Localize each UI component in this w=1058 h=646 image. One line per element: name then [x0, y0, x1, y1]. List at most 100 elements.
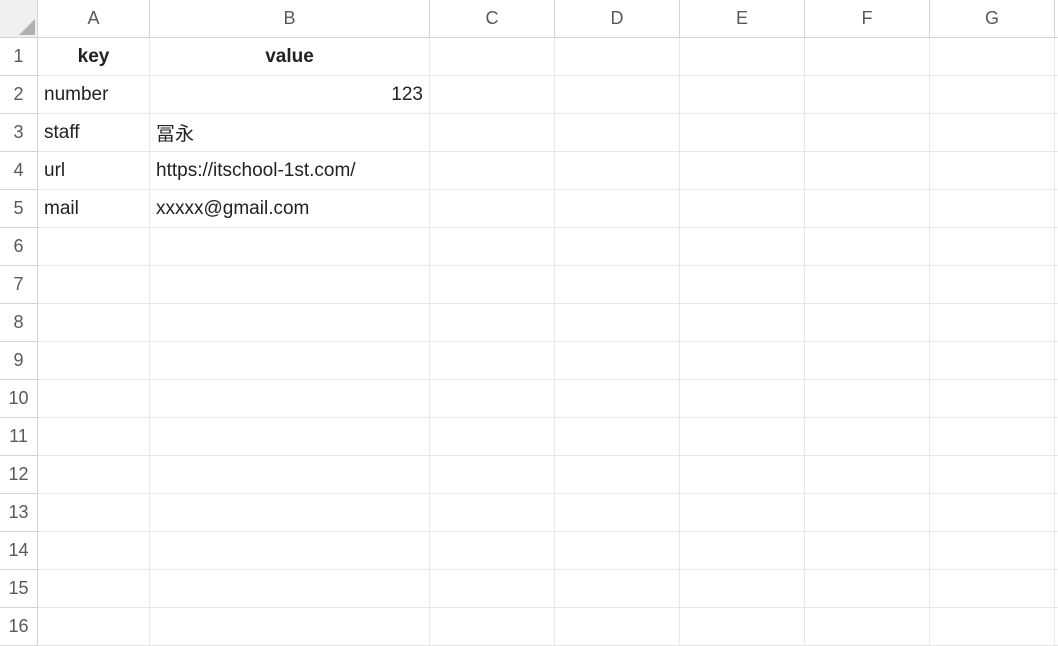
- cell-E4[interactable]: [680, 152, 805, 190]
- cell-C7[interactable]: [430, 266, 555, 304]
- cell-G4[interactable]: [930, 152, 1055, 190]
- cell-D6[interactable]: [555, 228, 680, 266]
- column-header-B[interactable]: B: [150, 0, 430, 38]
- cell-C13[interactable]: [430, 494, 555, 532]
- cell-A4[interactable]: url: [38, 152, 150, 190]
- cell-B10[interactable]: [150, 380, 430, 418]
- cell-D16[interactable]: [555, 608, 680, 646]
- row-header-6[interactable]: 6: [0, 228, 38, 266]
- cell-B15[interactable]: [150, 570, 430, 608]
- cell-F12[interactable]: [805, 456, 930, 494]
- cell-E1[interactable]: [680, 38, 805, 76]
- cell-F3[interactable]: [805, 114, 930, 152]
- cell-G1[interactable]: [930, 38, 1055, 76]
- row-header-11[interactable]: 11: [0, 418, 38, 456]
- cell-C9[interactable]: [430, 342, 555, 380]
- cell-F4[interactable]: [805, 152, 930, 190]
- cell-B7[interactable]: [150, 266, 430, 304]
- cell-B12[interactable]: [150, 456, 430, 494]
- cell-G11[interactable]: [930, 418, 1055, 456]
- row-header-14[interactable]: 14: [0, 532, 38, 570]
- cell-A5[interactable]: mail: [38, 190, 150, 228]
- cell-G12[interactable]: [930, 456, 1055, 494]
- cell-F15[interactable]: [805, 570, 930, 608]
- cell-B13[interactable]: [150, 494, 430, 532]
- cell-C3[interactable]: [430, 114, 555, 152]
- cell-G5[interactable]: [930, 190, 1055, 228]
- cell-G10[interactable]: [930, 380, 1055, 418]
- cell-E10[interactable]: [680, 380, 805, 418]
- cell-A7[interactable]: [38, 266, 150, 304]
- cell-B14[interactable]: [150, 532, 430, 570]
- row-header-16[interactable]: 16: [0, 608, 38, 646]
- cell-F8[interactable]: [805, 304, 930, 342]
- cell-A16[interactable]: [38, 608, 150, 646]
- cell-D11[interactable]: [555, 418, 680, 456]
- cell-D10[interactable]: [555, 380, 680, 418]
- cell-D15[interactable]: [555, 570, 680, 608]
- cell-D4[interactable]: [555, 152, 680, 190]
- cell-E2[interactable]: [680, 76, 805, 114]
- column-header-F[interactable]: F: [805, 0, 930, 38]
- cell-A10[interactable]: [38, 380, 150, 418]
- column-header-G[interactable]: G: [930, 0, 1055, 38]
- cell-G9[interactable]: [930, 342, 1055, 380]
- cell-E9[interactable]: [680, 342, 805, 380]
- cell-G16[interactable]: [930, 608, 1055, 646]
- cell-F7[interactable]: [805, 266, 930, 304]
- cell-C15[interactable]: [430, 570, 555, 608]
- cell-E15[interactable]: [680, 570, 805, 608]
- cell-B4[interactable]: https://itschool-1st.com/: [150, 152, 430, 190]
- row-header-1[interactable]: 1: [0, 38, 38, 76]
- cell-G7[interactable]: [930, 266, 1055, 304]
- cell-D3[interactable]: [555, 114, 680, 152]
- cell-C5[interactable]: [430, 190, 555, 228]
- cell-A14[interactable]: [38, 532, 150, 570]
- cell-A8[interactable]: [38, 304, 150, 342]
- cell-D12[interactable]: [555, 456, 680, 494]
- cell-F13[interactable]: [805, 494, 930, 532]
- cell-B11[interactable]: [150, 418, 430, 456]
- row-header-9[interactable]: 9: [0, 342, 38, 380]
- cell-F11[interactable]: [805, 418, 930, 456]
- cell-E16[interactable]: [680, 608, 805, 646]
- cell-E12[interactable]: [680, 456, 805, 494]
- row-header-13[interactable]: 13: [0, 494, 38, 532]
- row-header-7[interactable]: 7: [0, 266, 38, 304]
- cell-F2[interactable]: [805, 76, 930, 114]
- cell-G3[interactable]: [930, 114, 1055, 152]
- cell-F9[interactable]: [805, 342, 930, 380]
- cell-D8[interactable]: [555, 304, 680, 342]
- cell-C6[interactable]: [430, 228, 555, 266]
- cell-A15[interactable]: [38, 570, 150, 608]
- cell-D1[interactable]: [555, 38, 680, 76]
- row-header-4[interactable]: 4: [0, 152, 38, 190]
- cell-D9[interactable]: [555, 342, 680, 380]
- cell-F6[interactable]: [805, 228, 930, 266]
- cell-C8[interactable]: [430, 304, 555, 342]
- cell-B8[interactable]: [150, 304, 430, 342]
- cell-E13[interactable]: [680, 494, 805, 532]
- cell-A11[interactable]: [38, 418, 150, 456]
- cell-B5[interactable]: xxxxx@gmail.com: [150, 190, 430, 228]
- cell-D2[interactable]: [555, 76, 680, 114]
- cell-B3[interactable]: 冨永: [150, 114, 430, 152]
- cell-G6[interactable]: [930, 228, 1055, 266]
- cell-A13[interactable]: [38, 494, 150, 532]
- cell-F1[interactable]: [805, 38, 930, 76]
- row-header-10[interactable]: 10: [0, 380, 38, 418]
- row-header-12[interactable]: 12: [0, 456, 38, 494]
- cell-E11[interactable]: [680, 418, 805, 456]
- cell-B16[interactable]: [150, 608, 430, 646]
- cell-B6[interactable]: [150, 228, 430, 266]
- cell-E3[interactable]: [680, 114, 805, 152]
- row-header-5[interactable]: 5: [0, 190, 38, 228]
- cell-A12[interactable]: [38, 456, 150, 494]
- cell-E5[interactable]: [680, 190, 805, 228]
- cell-G15[interactable]: [930, 570, 1055, 608]
- column-header-E[interactable]: E: [680, 0, 805, 38]
- spreadsheet-grid[interactable]: ABCDEFGH1keyvalue2number1233staff冨永4urlh…: [0, 0, 1058, 646]
- cell-C12[interactable]: [430, 456, 555, 494]
- cell-C4[interactable]: [430, 152, 555, 190]
- cell-B1[interactable]: value: [150, 38, 430, 76]
